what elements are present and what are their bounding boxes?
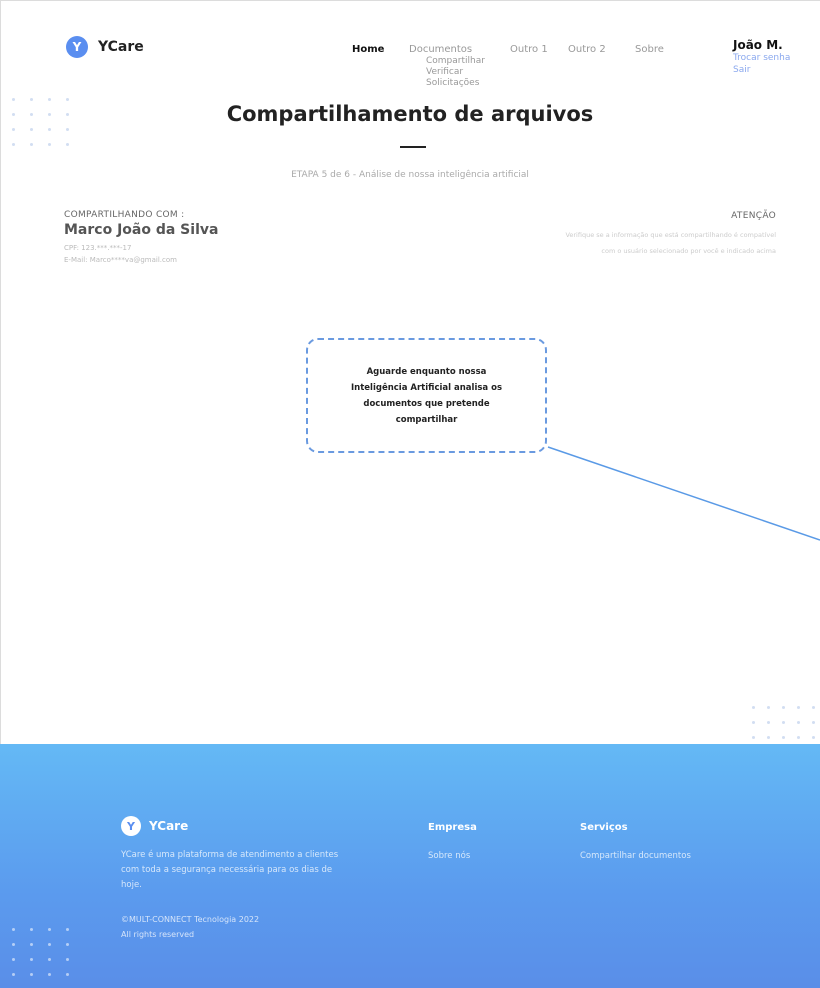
submenu-item-compartilhar[interactable]: Compartilhar bbox=[426, 56, 485, 67]
logout-link[interactable]: Sair bbox=[733, 64, 790, 76]
sharing-info: COMPARTILHANDO COM : Marco João da Silva… bbox=[64, 210, 218, 266]
change-password-link[interactable]: Trocar senha bbox=[733, 52, 790, 64]
footer-empresa-title: Empresa bbox=[428, 822, 477, 833]
decorative-dots-right bbox=[752, 706, 815, 739]
ai-wait-box: Aguarde enquanto nossa Inteligência Arti… bbox=[306, 338, 547, 453]
title-underline bbox=[400, 146, 426, 148]
nav-outro-2[interactable]: Outro 2 bbox=[568, 44, 606, 55]
nav-outro-1[interactable]: Outro 1 bbox=[510, 44, 548, 55]
wait-line-2: Inteligência Artificial analisa os bbox=[350, 382, 503, 393]
attention-title: ATENÇÃO bbox=[731, 211, 776, 221]
footer-link-sobre-nos[interactable]: Sobre nós bbox=[428, 851, 470, 861]
footer-logo[interactable]: Y YCare bbox=[121, 816, 188, 836]
footer-logo-text: YCare bbox=[149, 819, 189, 833]
recipient-name: Marco João da Silva bbox=[64, 222, 219, 238]
nav-home[interactable]: Home bbox=[352, 44, 384, 55]
submenu-item-solicitacoes[interactable]: Solicitações bbox=[426, 78, 485, 89]
ycare-logo-icon: Y bbox=[121, 816, 141, 836]
ycare-logo-icon: Y bbox=[66, 36, 88, 58]
attention-line-2: com o usuário selecionado por você e ind… bbox=[601, 247, 776, 255]
recipient-email: E-Mail: Marco****va@gmail.com bbox=[64, 256, 177, 264]
wait-message: Aguarde enquanto nossa Inteligência Arti… bbox=[337, 364, 517, 428]
submenu-item-verificar[interactable]: Verificar bbox=[426, 67, 485, 78]
wait-line-1: Aguarde enquanto nossa bbox=[366, 366, 487, 377]
attention-line-1: Verifique se a informação que está compa… bbox=[565, 231, 776, 239]
page-title: Compartilhamento de arquivos bbox=[226, 102, 594, 126]
user-menu: João M. Trocar senha Sair bbox=[733, 38, 790, 76]
footer-servicos-title: Serviços bbox=[580, 822, 628, 833]
copyright-text: ©MULT-CONNECT Tecnologia 2022 bbox=[121, 915, 260, 924]
sharing-label: COMPARTILHANDO COM : bbox=[64, 210, 185, 220]
recipient-cpf: CPF: 123.***.***-17 bbox=[64, 244, 132, 252]
rights-text: All rights reserved bbox=[121, 930, 195, 939]
documentos-submenu: Compartilhar Verificar Solicitações bbox=[426, 56, 485, 89]
nav-sobre[interactable]: Sobre bbox=[635, 44, 664, 55]
footer-description: YCare é uma plataforma de atendimento a … bbox=[121, 850, 339, 890]
header-logo[interactable]: Y YCare bbox=[66, 36, 144, 58]
nav-documentos[interactable]: Documentos bbox=[409, 44, 472, 55]
attention-notice: ATENÇÃO Verifique se a informação que es… bbox=[476, 211, 776, 259]
logo-text: YCare bbox=[98, 39, 144, 55]
wait-line-3: documentos que pretende compartilhar bbox=[363, 398, 490, 425]
footer-link-compartilhar[interactable]: Compartilhar documentos bbox=[580, 851, 691, 861]
decorative-dots-bottom-left bbox=[12, 928, 69, 976]
step-indicator: ETAPA 5 de 6 - Análise de nossa inteligê… bbox=[291, 170, 529, 180]
user-name[interactable]: João M. bbox=[733, 38, 790, 52]
footer-copyright: ©MULT-CONNECT Tecnologia 2022 All rights… bbox=[121, 912, 259, 942]
